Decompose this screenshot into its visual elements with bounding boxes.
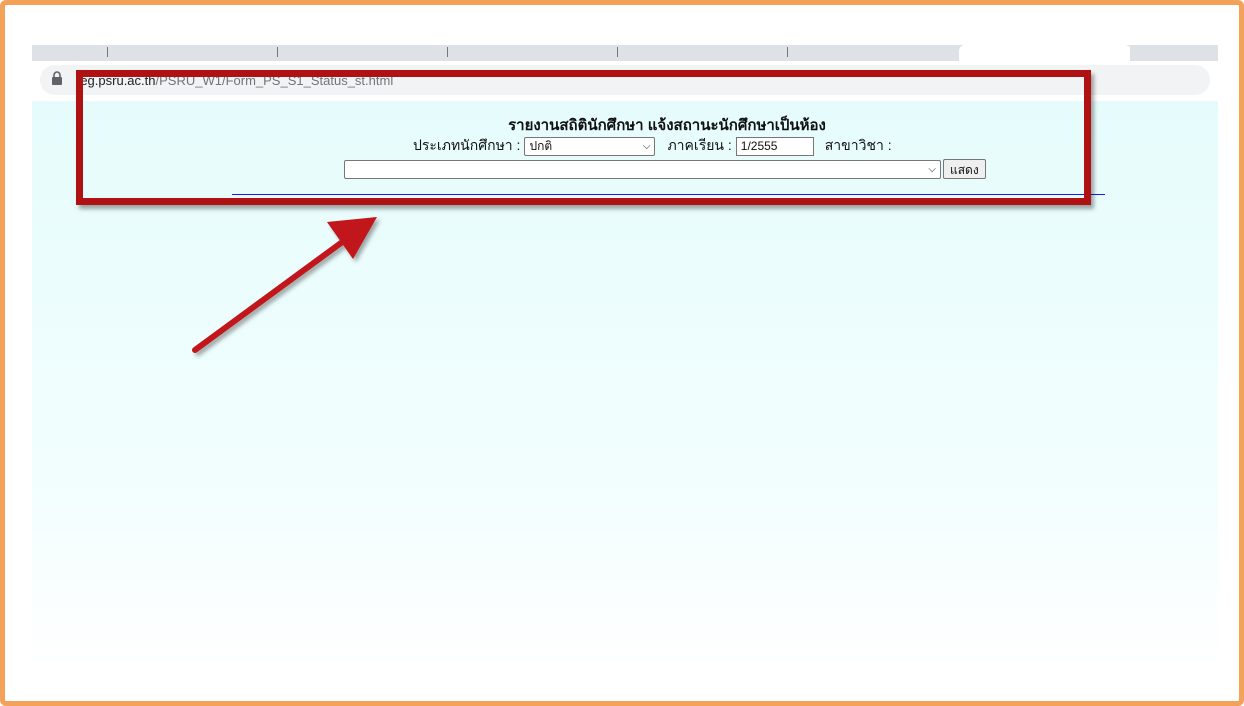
annotation-arrow bbox=[192, 217, 377, 353]
